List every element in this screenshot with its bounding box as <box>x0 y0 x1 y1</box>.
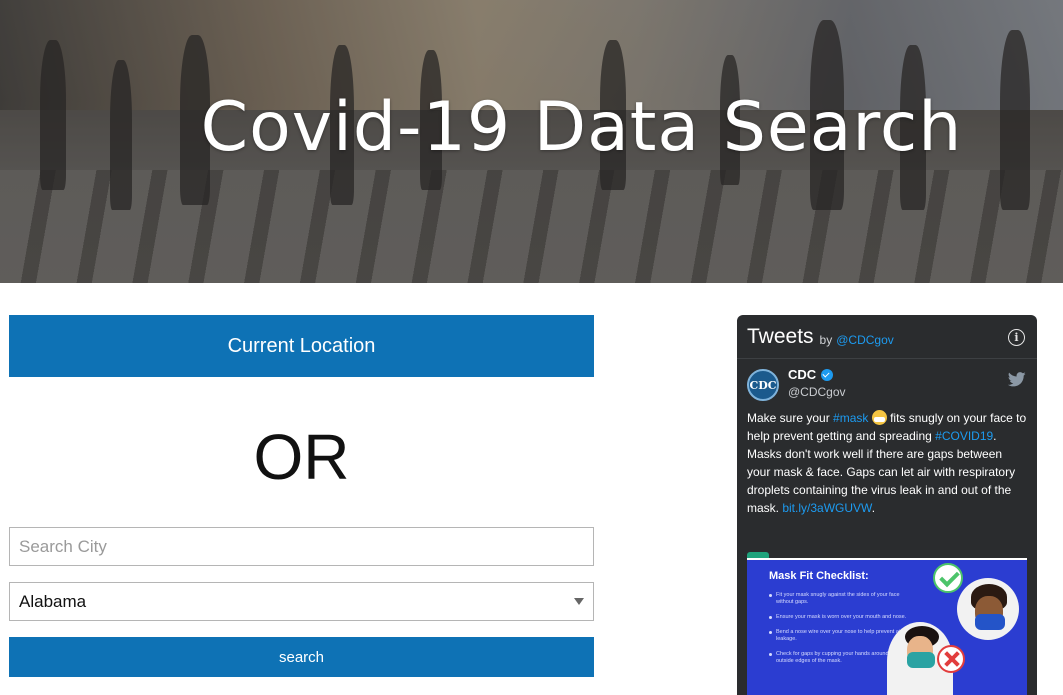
search-button[interactable]: search <box>9 637 594 677</box>
hashtag-covid19-link[interactable]: #COVID19 <box>935 429 993 443</box>
checklist-item: Ensure your mask is worn over your mouth… <box>769 614 909 621</box>
tweet-author-name[interactable]: CDC <box>788 367 816 382</box>
tweets-widget: Tweets by @CDCgov i CDC CDC @CDCgov Make… <box>737 315 1037 695</box>
state-select-value: Alabama <box>19 591 87 611</box>
avatar[interactable]: CDC <box>747 369 779 401</box>
checkmark-icon <box>933 563 963 593</box>
city-search-input[interactable] <box>9 527 594 566</box>
masked-person-illustration <box>957 578 1019 640</box>
tweets-widget-by: by <box>819 332 833 347</box>
tweet-media[interactable]: Mask Fit Checklist: Fit your mask snugly… <box>747 552 1027 695</box>
hero-banner: Covid-19 Data Search <box>0 0 1063 283</box>
page-title: Covid-19 Data Search <box>200 88 963 167</box>
chevron-down-icon <box>574 598 584 605</box>
tweet-short-link[interactable]: bit.ly/3aWGUVW <box>782 501 871 515</box>
cross-icon <box>937 645 965 673</box>
checklist-title: Mask Fit Checklist: <box>769 570 869 582</box>
tweet-author[interactable]: CDC CDC @CDCgov <box>737 359 1037 409</box>
tweet-text: Make sure your #mask fits snugly on your… <box>737 409 1037 517</box>
hashtag-mask-link[interactable]: #mask <box>833 411 868 425</box>
tweets-widget-handle-link[interactable]: @CDCgov <box>836 333 894 347</box>
info-icon[interactable]: i <box>1008 329 1025 346</box>
mask-fit-checklist-image[interactable]: Mask Fit Checklist: Fit your mask snugly… <box>747 558 1027 695</box>
checklist-item: Fit your mask snugly against the sides o… <box>769 592 909 606</box>
or-divider: OR <box>253 421 350 493</box>
tweet-text-segment: . <box>871 501 876 515</box>
twitter-bird-icon[interactable] <box>1008 372 1026 387</box>
current-location-button[interactable]: Current Location <box>9 315 594 377</box>
tweets-widget-header: Tweets by @CDCgov i <box>737 315 1037 359</box>
mask-emoji-icon <box>871 410 887 425</box>
tweet-author-names: CDC @CDCgov <box>788 367 846 409</box>
checklist-item: Bend a nose wire over your nose to help … <box>769 629 909 643</box>
verified-badge-icon <box>821 368 834 381</box>
tweets-widget-title: Tweets <box>747 324 814 348</box>
tweet-author-handle[interactable]: @CDCgov <box>788 385 846 399</box>
state-select[interactable]: Alabama <box>9 582 594 621</box>
tweet-author-name-row: CDC <box>788 367 846 382</box>
tweet-text-segment: Make sure your <box>747 411 834 425</box>
